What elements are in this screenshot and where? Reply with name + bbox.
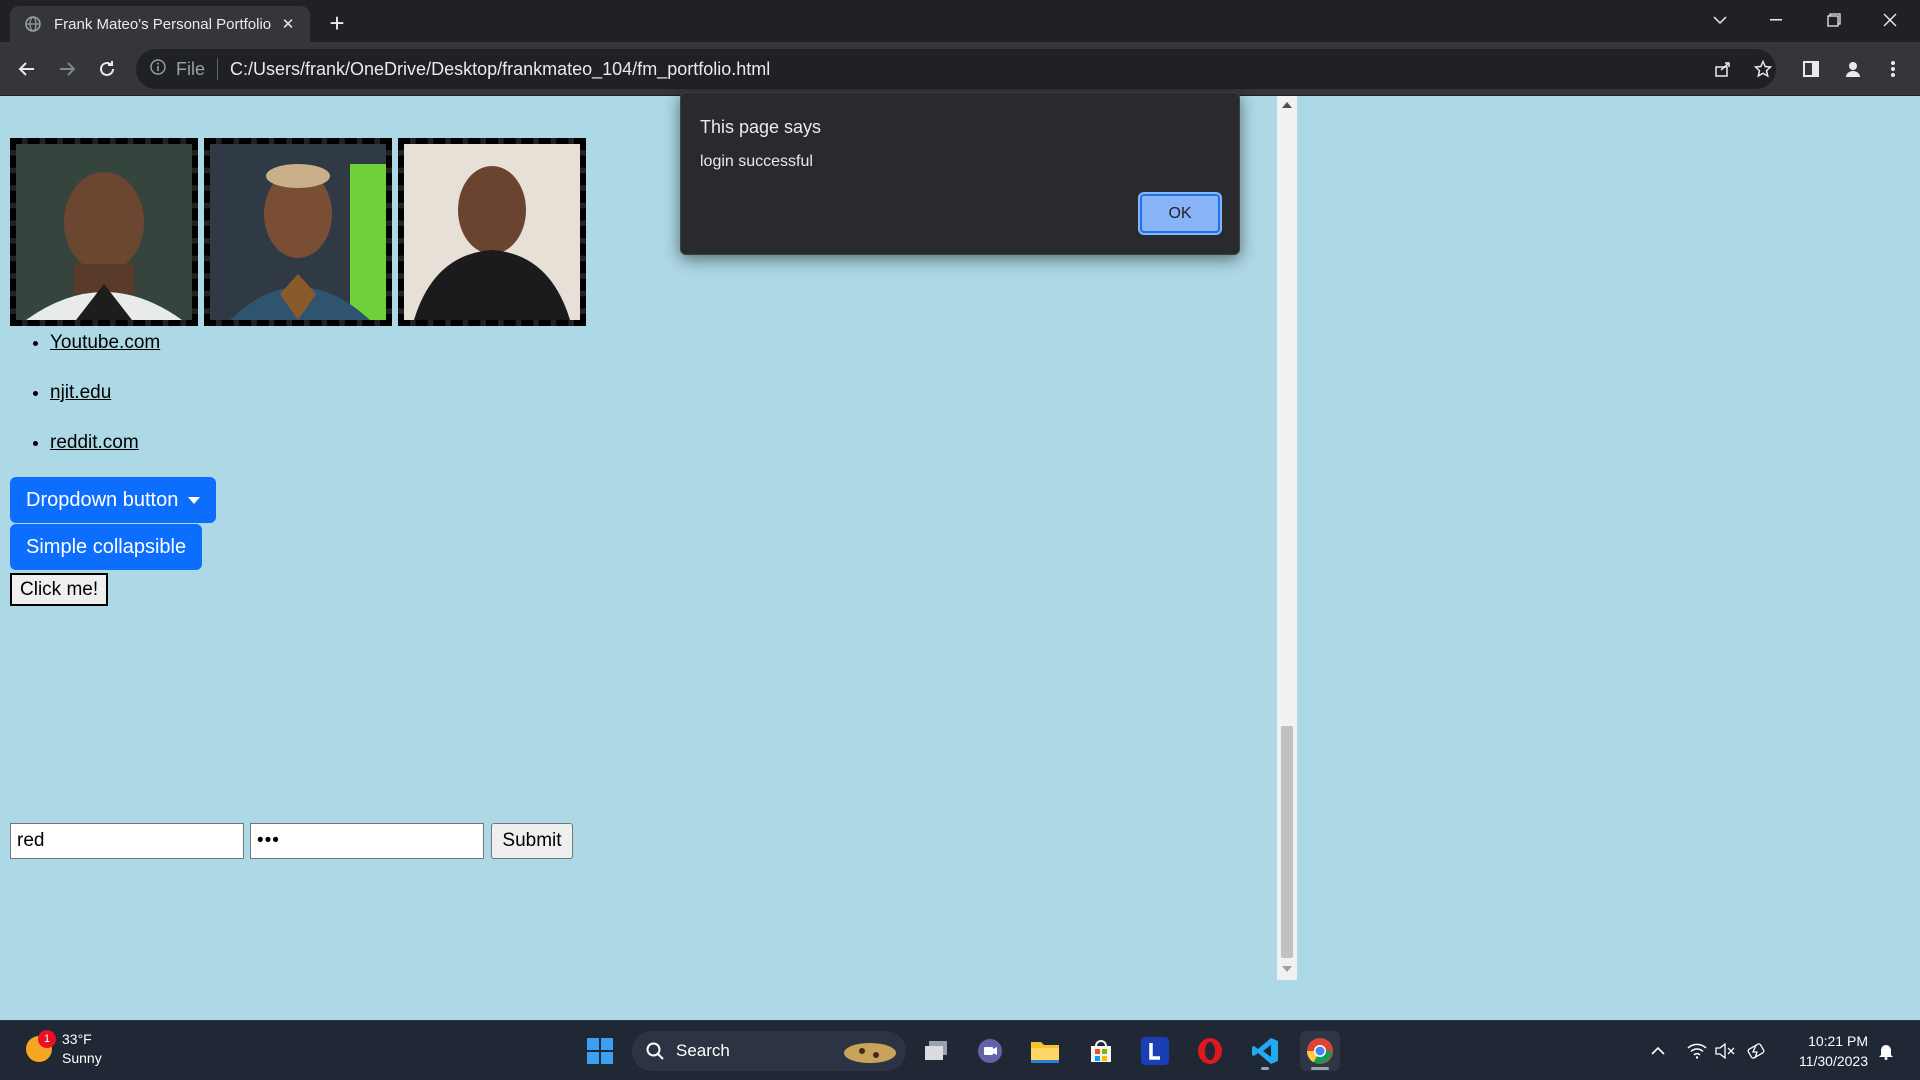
link-youtube[interactable]: Youtube.com [50, 332, 160, 353]
page-scrollbar[interactable] [1277, 96, 1297, 980]
search-highlight-icon [844, 1043, 896, 1063]
profile-icon[interactable] [1836, 52, 1870, 86]
l-app-icon[interactable] [1135, 1031, 1175, 1071]
address-bar[interactable]: File C:/Users/frank/OneDrive/Desktop/fra… [136, 49, 1776, 89]
address-divider [217, 58, 219, 80]
dropdown-button[interactable]: Dropdown button [10, 477, 217, 523]
taskbar-search[interactable]: Search [632, 1031, 906, 1071]
alert-dialog: This page says login successful OK [680, 92, 1240, 255]
active-indicator [1311, 1067, 1329, 1070]
list-item: reddit.com [50, 432, 160, 482]
scroll-down-icon[interactable] [1282, 966, 1292, 972]
windows-start-icon[interactable] [580, 1031, 620, 1071]
link-list: Youtube.com njit.edu reddit.com [26, 332, 160, 482]
dialog-ok-button[interactable]: OK [1140, 194, 1220, 233]
system-clock[interactable]: 10:21 PM 11/30/2023 [1786, 1031, 1868, 1071]
battery-icon[interactable] [1745, 1039, 1769, 1063]
browser-toolbar: File C:/Users/frank/OneDrive/Desktop/fra… [0, 42, 1920, 96]
address-scheme: File [176, 58, 206, 79]
microsoft-store-icon[interactable] [1081, 1031, 1121, 1071]
dropdown-button-label: Dropdown button [26, 488, 179, 511]
file-explorer-icon[interactable] [1025, 1031, 1065, 1071]
notification-bell-icon[interactable] [1874, 1039, 1898, 1063]
click-me-button[interactable]: Click me! [10, 573, 109, 606]
tab-search-chevron-icon[interactable] [1692, 0, 1748, 40]
search-label: Search [676, 1041, 730, 1060]
submit-button[interactable]: Submit [491, 823, 573, 859]
username-input[interactable]: red [10, 823, 244, 859]
new-tab-icon[interactable]: + [322, 8, 352, 38]
list-item: njit.edu [50, 382, 160, 432]
address-url[interactable]: C:/Users/frank/OneDrive/Desktop/frankmat… [230, 59, 770, 80]
weather-description: Sunny [62, 1050, 102, 1066]
clock-time: 10:21 PM [1808, 1033, 1868, 1049]
dialog-title: This page says [700, 117, 822, 137]
weather-widget[interactable]: 1 33°F Sunny [26, 1030, 102, 1068]
scrollbar-thumb[interactable] [1281, 726, 1293, 958]
volume-muted-icon[interactable] [1713, 1039, 1737, 1063]
tab-close-icon[interactable]: ✕ [278, 15, 298, 33]
link-njit[interactable]: njit.edu [50, 382, 111, 403]
running-indicator [1261, 1067, 1269, 1070]
clock-date: 11/30/2023 [1798, 1053, 1868, 1069]
restore-icon[interactable] [1806, 0, 1862, 40]
taskbar: 1 33°F Sunny Search 10:21 PM 11/30/2023 [0, 1020, 1920, 1080]
globe-icon [24, 15, 42, 33]
list-item: Youtube.com [50, 332, 160, 382]
weather-temperature: 33°F [62, 1031, 92, 1047]
opera-icon[interactable] [1190, 1031, 1230, 1071]
portrait-photo-2 [204, 138, 392, 326]
browser-tab[interactable]: Frank Mateo's Personal Portfolio ✕ [10, 6, 310, 42]
task-view-icon[interactable] [916, 1031, 956, 1071]
link-reddit[interactable]: reddit.com [50, 432, 139, 453]
chrome-icon[interactable] [1300, 1031, 1340, 1071]
reload-icon[interactable] [90, 52, 124, 86]
wifi-icon[interactable] [1685, 1039, 1709, 1063]
collapsible-button-label: Simple collapsible [26, 535, 187, 558]
forward-arrow-icon[interactable] [50, 52, 84, 86]
caret-down-icon [188, 496, 201, 504]
tab-strip: Frank Mateo's Personal Portfolio ✕ + [0, 0, 1920, 42]
menu-kebab-icon[interactable] [1876, 52, 1910, 86]
back-arrow-icon[interactable] [10, 52, 44, 86]
portrait-photo-1 [10, 138, 198, 326]
dialog-message: login successful [700, 153, 813, 170]
password-input[interactable]: ••• [250, 823, 484, 859]
scroll-up-icon[interactable] [1282, 102, 1292, 108]
notification-badge: 1 [38, 1030, 56, 1048]
teams-chat-icon[interactable] [970, 1031, 1010, 1071]
share-icon[interactable] [1706, 52, 1740, 86]
collapsible-button[interactable]: Simple collapsible [10, 524, 203, 570]
window-close-icon[interactable] [1862, 0, 1918, 40]
bookmark-star-icon[interactable] [1746, 52, 1780, 86]
info-icon[interactable] [150, 58, 166, 80]
minimize-icon[interactable] [1748, 0, 1804, 40]
tab-title: Frank Mateo's Personal Portfolio [54, 15, 272, 33]
sun-icon: 1 [26, 1030, 56, 1062]
search-icon [646, 1042, 664, 1060]
vscode-icon[interactable] [1245, 1031, 1285, 1071]
show-hidden-icons-chevron-icon[interactable] [1646, 1039, 1670, 1063]
photo-gallery [10, 138, 586, 326]
side-panel-icon[interactable] [1794, 52, 1828, 86]
portrait-photo-3 [398, 138, 586, 326]
